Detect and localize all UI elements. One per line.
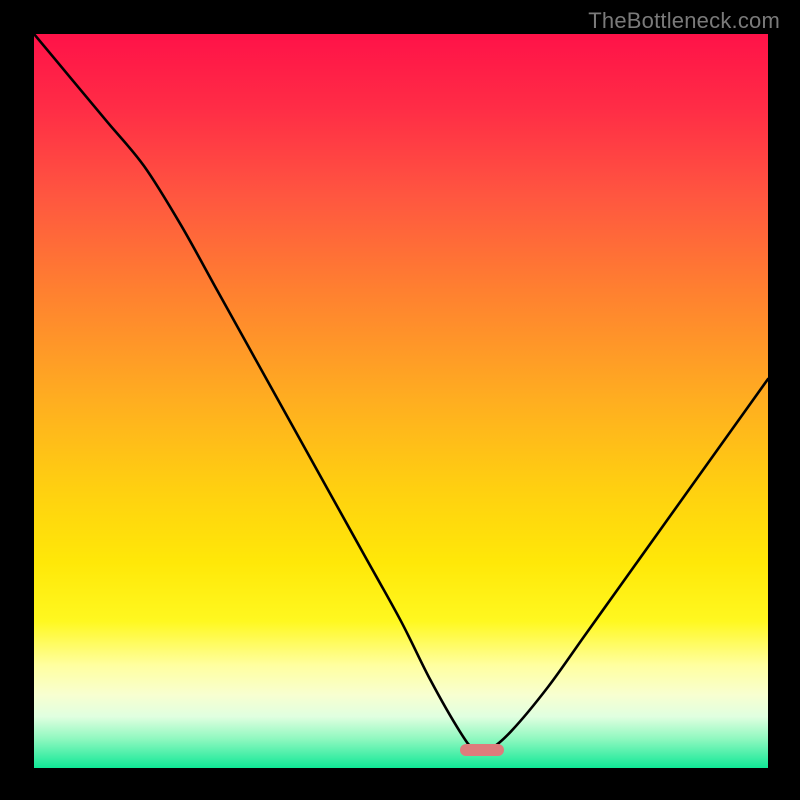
bottleneck-curve [34, 34, 768, 752]
watermark-text: TheBottleneck.com [588, 8, 780, 34]
chart-container: TheBottleneck.com [0, 0, 800, 800]
line-layer [34, 34, 768, 768]
plot-area [34, 34, 768, 768]
optimal-marker [460, 744, 504, 756]
